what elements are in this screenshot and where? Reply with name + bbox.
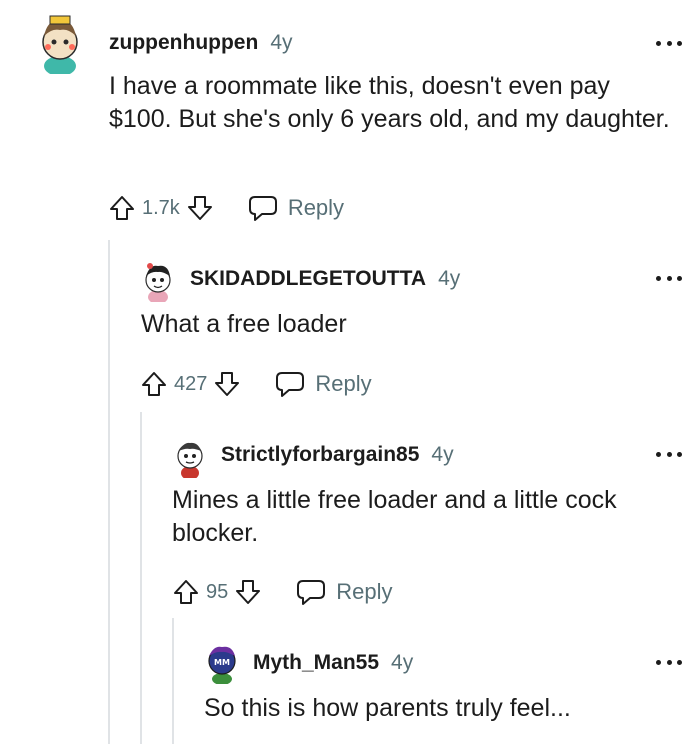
more-options-icon[interactable] [656,273,682,283]
comment-actions: 95 Reply [172,578,393,606]
reply-button[interactable]: Reply [275,370,372,398]
comment-actions: 427 Reply [140,370,372,398]
comment-age: 4y [438,267,461,290]
username[interactable]: Myth_Man55 [253,651,379,675]
reply-button[interactable]: Reply [248,194,344,222]
more-options-icon[interactable] [656,657,682,667]
comment-age: 4y [270,31,293,54]
user-avatar[interactable] [34,14,86,74]
reply-label: Reply [336,579,393,604]
svg-text:MM: MM [214,658,230,667]
vote-score: 427 [174,372,208,395]
thread-line-level-2[interactable] [140,412,142,744]
reply-label: Reply [315,371,372,396]
upvote-arrow-icon[interactable] [140,370,168,398]
comment-body: What a free loader [141,310,347,338]
comment-age: 4y [431,443,454,466]
downvote-arrow-icon[interactable] [234,578,262,606]
comment-body: I have a roommate like this, doesn't eve… [109,72,670,133]
comment-actions: 1.7k Reply [108,194,344,222]
comment-age: 4y [391,651,414,674]
vote-score: 95 [206,580,229,603]
comment-body: Mines a little free loader and a little … [172,486,617,547]
username[interactable]: SKIDADDLEGETOUTTA [190,267,426,291]
downvote-arrow-icon[interactable] [186,194,214,222]
more-options-icon[interactable] [656,449,682,459]
user-avatar[interactable] [172,438,208,478]
downvote-arrow-icon[interactable] [213,370,241,398]
username[interactable]: Strictlyforbargain85 [221,443,419,467]
reply-label: Reply [287,195,345,220]
more-options-icon[interactable] [656,38,682,48]
speech-bubble-icon [297,580,326,605]
upvote-arrow-icon[interactable] [108,194,136,222]
thread-line-level-3[interactable] [172,618,174,744]
upvote-arrow-icon[interactable] [172,578,200,606]
thread-line-level-1[interactable] [108,240,110,744]
user-avatar[interactable]: MM [204,644,240,684]
username[interactable]: zuppenhuppen [109,31,258,55]
vote-score: 1.7k [142,196,180,219]
speech-bubble-icon [248,196,277,221]
speech-bubble-icon [276,372,305,397]
user-avatar[interactable] [140,262,176,302]
reply-button[interactable]: Reply [296,578,393,606]
comment-body: So this is how parents truly feel... [204,694,571,722]
